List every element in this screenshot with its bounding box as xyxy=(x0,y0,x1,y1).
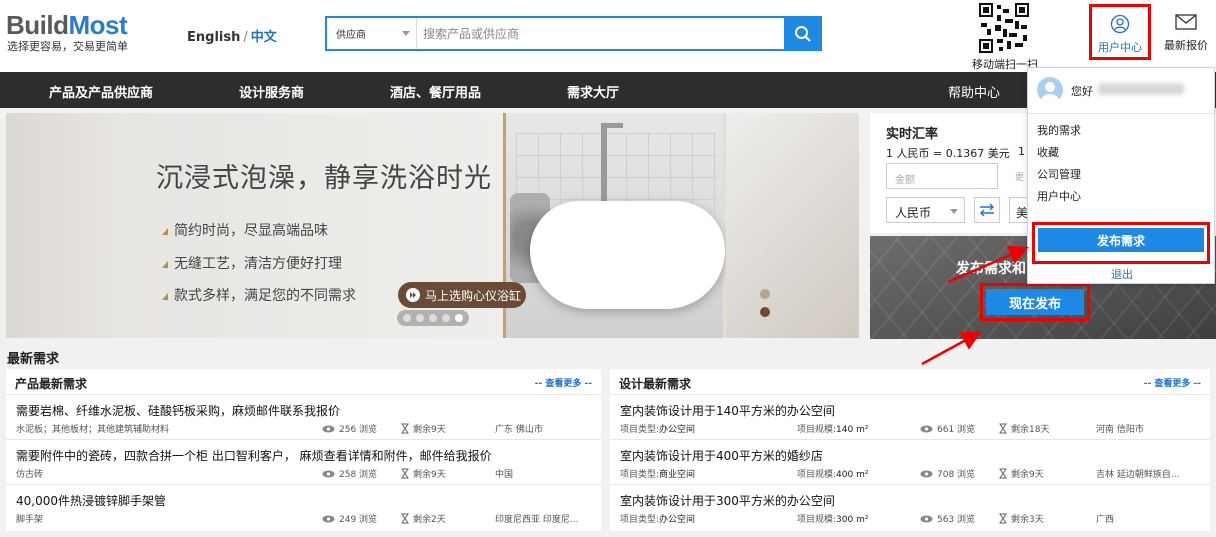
play-icon xyxy=(406,288,420,302)
hourglass-icon xyxy=(999,513,1007,524)
carousel-dot[interactable] xyxy=(416,314,424,322)
eye-icon xyxy=(322,425,335,432)
user-center-button[interactable]: 用户中心 xyxy=(1089,4,1151,60)
carousel-dot[interactable] xyxy=(403,314,411,322)
from-currency-select[interactable]: 人民币 xyxy=(886,197,965,223)
triangle-icon xyxy=(162,260,168,268)
product-demands-panel: 产品最新需求 -- 查看更多 -- 需要岩棉、纤维水泥板、硅酸钙板采购，麻烦邮件… xyxy=(6,369,601,531)
highlight-box: 发布需求 xyxy=(1032,222,1210,264)
panel-title: 设计最新需求 xyxy=(619,377,692,391)
publish-demand-button[interactable]: 发布需求 xyxy=(1038,228,1204,252)
hourglass-icon xyxy=(401,513,409,524)
chevron-down-icon xyxy=(402,31,410,36)
list-item[interactable]: 需要附件中的瓷砖，四款合拼一个柜 出口智利客户， 麻烦查看详情和附件，邮件给我报… xyxy=(6,441,601,485)
menu-item-company-management[interactable]: 公司管理 xyxy=(1037,166,1081,182)
hourglass-icon xyxy=(401,468,409,479)
header: BuildMost 选择更容易，交易更简单 English/中文 供应商 移动端… xyxy=(0,0,1216,72)
search-button[interactable] xyxy=(784,16,822,51)
carousel-dot[interactable] xyxy=(442,314,450,322)
arrow-to-publish-now xyxy=(921,331,982,366)
banner-point: 简约时尚，尽显高端品味 xyxy=(162,220,328,240)
publish-text: 发布需求和 xyxy=(956,261,1026,277)
search-icon xyxy=(795,25,811,42)
highlight-box: 现在发布 xyxy=(980,283,1090,321)
banner-title: 沉浸式泡澡，静享洗浴时光 xyxy=(156,163,492,194)
chevron-down-icon xyxy=(950,209,958,214)
banner-left-decoration xyxy=(6,113,126,338)
banner-color-dots xyxy=(760,289,770,325)
exchange-more-link[interactable]: 更 xyxy=(1015,170,1024,183)
list-item[interactable]: 室内装饰设计用于140平方米的办公空间 项目类型:办公空间 项目规模:140 m… xyxy=(610,396,1210,440)
slogan: 选择更容易，交易更简单 xyxy=(7,40,128,53)
nav-item-hotel-supplies[interactable]: 酒店、餐厅用品 xyxy=(390,82,481,101)
search-category-select[interactable]: 供应商 xyxy=(327,18,417,49)
list-item[interactable]: 室内装饰设计用于400平方米的婚纱店 项目类型:商业空间 项目规模:400 m²… xyxy=(610,441,1210,485)
hourglass-icon xyxy=(401,423,409,434)
list-item[interactable]: 室内装饰设计用于300平方米的办公空间 项目类型:办公空间 项目规模:300 m… xyxy=(610,486,1210,530)
language-switch: English / 中文 xyxy=(187,26,277,45)
lang-english-link[interactable]: English xyxy=(187,30,240,45)
user-dropdown-menu: 您好 我的需求 收藏 公司管理 用户中心 发布需求 退出 xyxy=(1027,67,1215,284)
user-greeting: 您好 xyxy=(1028,68,1214,114)
menu-item-favorites[interactable]: 收藏 xyxy=(1037,144,1059,160)
blurred-username xyxy=(1098,83,1184,95)
triangle-icon xyxy=(162,292,168,300)
nav-item-demand-hall[interactable]: 需求大厅 xyxy=(567,82,619,101)
carousel-dots xyxy=(397,310,469,326)
hourglass-icon xyxy=(999,468,1007,479)
bathtub-image xyxy=(503,113,725,338)
user-icon xyxy=(1110,14,1130,34)
nav-item-designers[interactable]: 设计服务商 xyxy=(239,82,304,101)
amount-input[interactable]: 金额 xyxy=(886,163,998,189)
user-center-label: 用户中心 xyxy=(1098,41,1142,54)
list-item[interactable]: 需要岩棉、纤维水泥板、硅酸钙板采购，麻烦邮件联系我报价 水泥板；其他板材；其他建… xyxy=(6,396,601,440)
eye-icon xyxy=(322,515,335,522)
promo-banner[interactable]: 沉浸式泡澡，静享洗浴时光 简约时尚，尽显高端品味 无缝工艺，清洁方便好打理 款式… xyxy=(6,113,859,338)
carousel-dot-active[interactable] xyxy=(455,314,463,322)
nav-item-help[interactable]: 帮助中心 xyxy=(948,82,1000,101)
latest-quote-label: 最新报价 xyxy=(1164,39,1208,52)
exchange-rate-text: 1 人民币 = 0.1367 美元 xyxy=(886,147,1010,160)
eye-icon xyxy=(920,470,933,477)
logo[interactable]: BuildMost xyxy=(6,12,128,38)
eye-icon xyxy=(920,515,933,522)
latest-demands-title: 最新需求 xyxy=(7,352,60,367)
eye-icon xyxy=(322,470,335,477)
lang-separator: / xyxy=(243,30,248,45)
search-bar: 供应商 xyxy=(325,16,822,51)
qr-code-icon xyxy=(979,3,1029,53)
list-item[interactable]: 40,000件热浸镀锌脚手架管 脚手架 249 浏览 剩余2天 印度尼西亚 印度… xyxy=(6,486,601,530)
triangle-icon xyxy=(162,227,168,235)
menu-item-my-demands[interactable]: 我的需求 xyxy=(1037,122,1081,138)
lang-chinese-link[interactable]: 中文 xyxy=(251,30,277,45)
publish-now-button[interactable]: 现在发布 xyxy=(986,289,1084,315)
eye-icon xyxy=(920,425,933,432)
view-more-link[interactable]: -- 查看更多 -- xyxy=(535,376,592,389)
exchange-rate-text-2: 1 xyxy=(1018,145,1025,158)
panel-title: 产品最新需求 xyxy=(15,377,88,391)
view-more-link[interactable]: -- 查看更多 -- xyxy=(1144,376,1201,389)
banner-cta-button[interactable]: 马上选购心仪浴缸 xyxy=(398,282,526,308)
avatar xyxy=(1037,77,1063,103)
banner-point: 款式多样，满足您的不同需求 xyxy=(162,285,356,305)
hourglass-icon xyxy=(999,423,1007,434)
design-demands-panel: 设计最新需求 -- 查看更多 -- 室内装饰设计用于140平方米的办公空间 项目… xyxy=(610,369,1210,531)
logout-link[interactable]: 退出 xyxy=(1111,266,1133,282)
exchange-title: 实时汇率 xyxy=(886,127,939,142)
mail-icon xyxy=(1175,14,1197,30)
latest-quote-button[interactable]: 最新报价 xyxy=(1158,14,1214,53)
carousel-dot[interactable] xyxy=(429,314,437,322)
banner-point: 无缝工艺，清洁方便好打理 xyxy=(162,253,342,273)
search-input[interactable] xyxy=(423,22,773,45)
nav-item-products[interactable]: 产品及产品供应商 xyxy=(49,82,153,101)
swap-currency-button[interactable] xyxy=(974,197,1000,223)
swap-icon xyxy=(980,203,994,217)
menu-item-user-center[interactable]: 用户中心 xyxy=(1037,188,1081,204)
banner-right-decoration xyxy=(726,113,859,338)
